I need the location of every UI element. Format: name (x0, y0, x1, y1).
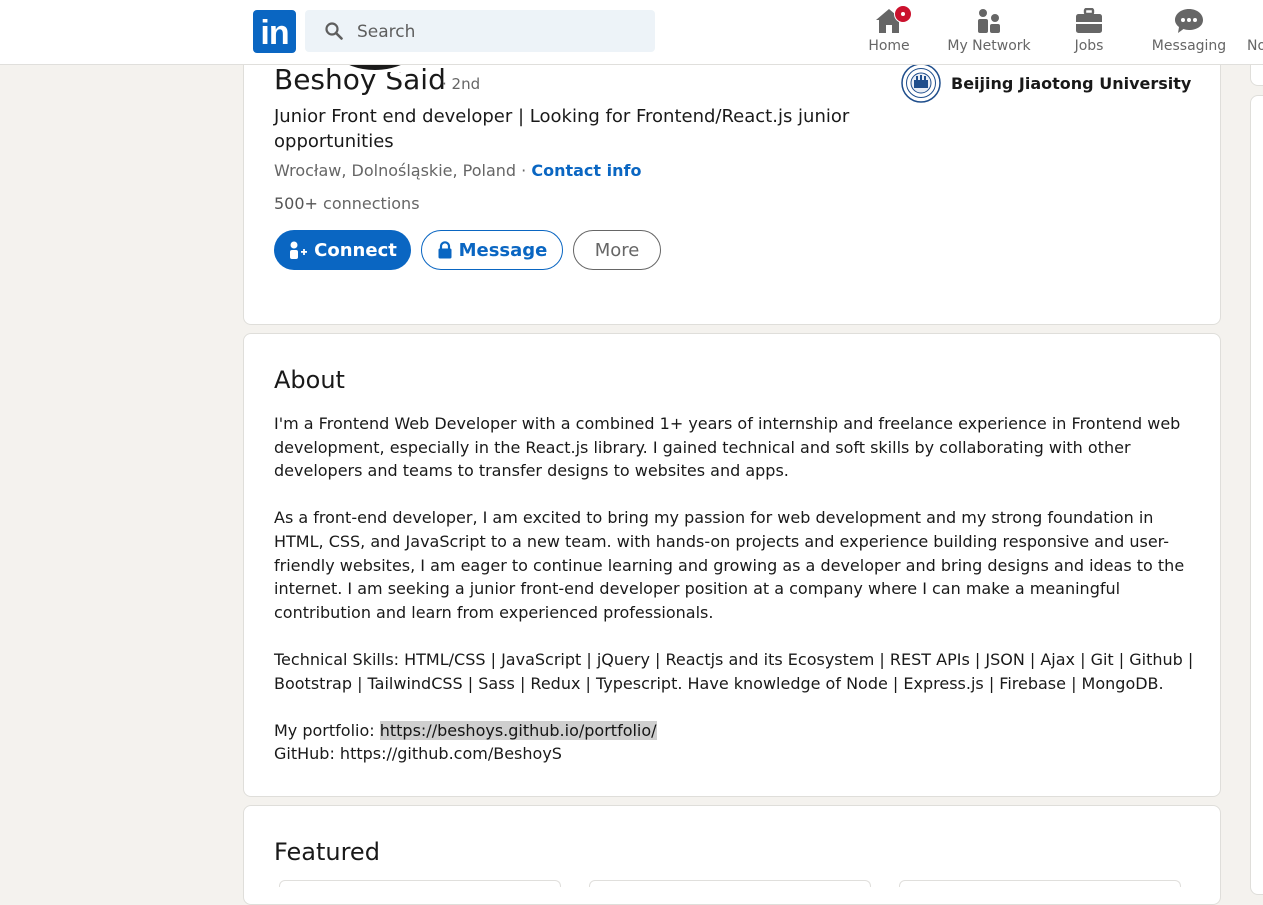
search-icon (325, 22, 343, 40)
message-label: Message (458, 239, 548, 261)
nav-label: My Network (947, 38, 1031, 54)
notification-badge (894, 5, 912, 23)
connections-number: 500+ (274, 194, 318, 213)
messaging-icon (1175, 9, 1203, 33)
jobs-icon (1076, 8, 1102, 33)
contact-info-link[interactable]: Contact info (531, 161, 641, 180)
connect-label: Connect (314, 239, 397, 261)
my-network-icon (978, 9, 1000, 33)
university-logo (901, 63, 941, 103)
featured-item[interactable] (279, 880, 561, 887)
lock-icon (438, 241, 452, 259)
profile-headline: Junior Front end developer | Looking for… (274, 106, 850, 152)
profile-location-line: Wrocław, Dolnośląskie, Poland · Contact … (274, 161, 641, 180)
nav-my-network[interactable]: My Network (944, 6, 1034, 58)
nav-notifications[interactable]: No (1247, 6, 1263, 58)
about-card: About I'm a Frontend Web Developer with … (243, 333, 1221, 797)
github-line: GitHub: https://github.com/BeshoyS (274, 744, 562, 764)
connect-button[interactable]: Connect (274, 230, 411, 270)
nav-home[interactable]: Home (859, 5, 919, 58)
search-box[interactable] (305, 10, 655, 54)
profile-location: Wrocław, Dolnośląskie, Poland (274, 161, 517, 180)
search-input[interactable] (355, 10, 649, 54)
right-rail-card (1250, 95, 1263, 895)
education-link[interactable]: Beijing Jiaotong University (901, 63, 1191, 103)
portfolio-label: My portfolio: (274, 720, 380, 740)
nav-label: Jobs (1074, 38, 1104, 54)
separator: · (516, 161, 532, 180)
notifications-icon (1247, 6, 1263, 34)
profile-top-card: Beshoy Said · 2nd Junior Front end devel… (243, 40, 1221, 325)
connections-label: connections (317, 194, 420, 213)
about-text: I'm a Frontend Web Developer with a comb… (274, 412, 1199, 766)
more-label: More (594, 239, 640, 261)
linkedin-logo[interactable]: in (253, 10, 296, 53)
connection-degree: · 2nd (442, 75, 481, 93)
about-paragraph: Technical Skills: HTML/CSS | JavaScript … (274, 649, 1194, 693)
featured-item[interactable] (589, 880, 871, 887)
about-paragraph: I'm a Frontend Web Developer with a comb… (274, 414, 1181, 481)
portfolio-link[interactable]: https://beshoys.github.io/portfolio/ (379, 720, 657, 740)
add-person-icon (290, 241, 308, 259)
school-name: Beijing Jiaotong University (951, 73, 1192, 93)
message-button[interactable]: Message (421, 230, 563, 270)
featured-card: Featured (243, 805, 1221, 905)
nav-messaging[interactable]: Messaging (1149, 6, 1229, 58)
nav-label: Home (868, 38, 910, 54)
nav-jobs[interactable]: Jobs (1059, 6, 1119, 58)
connections-count[interactable]: 500+ connections (274, 194, 420, 213)
featured-item[interactable] (899, 880, 1181, 887)
more-button[interactable]: More (573, 230, 661, 270)
global-nav: in Home My Network (0, 0, 1263, 65)
nav-label: Messaging (1151, 38, 1227, 54)
about-paragraph: As a front-end developer, I am excited t… (274, 508, 1185, 622)
nav-label: No (1247, 38, 1263, 54)
featured-title: Featured (274, 838, 380, 866)
about-links: My portfolio: https://beshoys.github.io/… (274, 719, 1199, 766)
about-title: About (274, 366, 345, 394)
